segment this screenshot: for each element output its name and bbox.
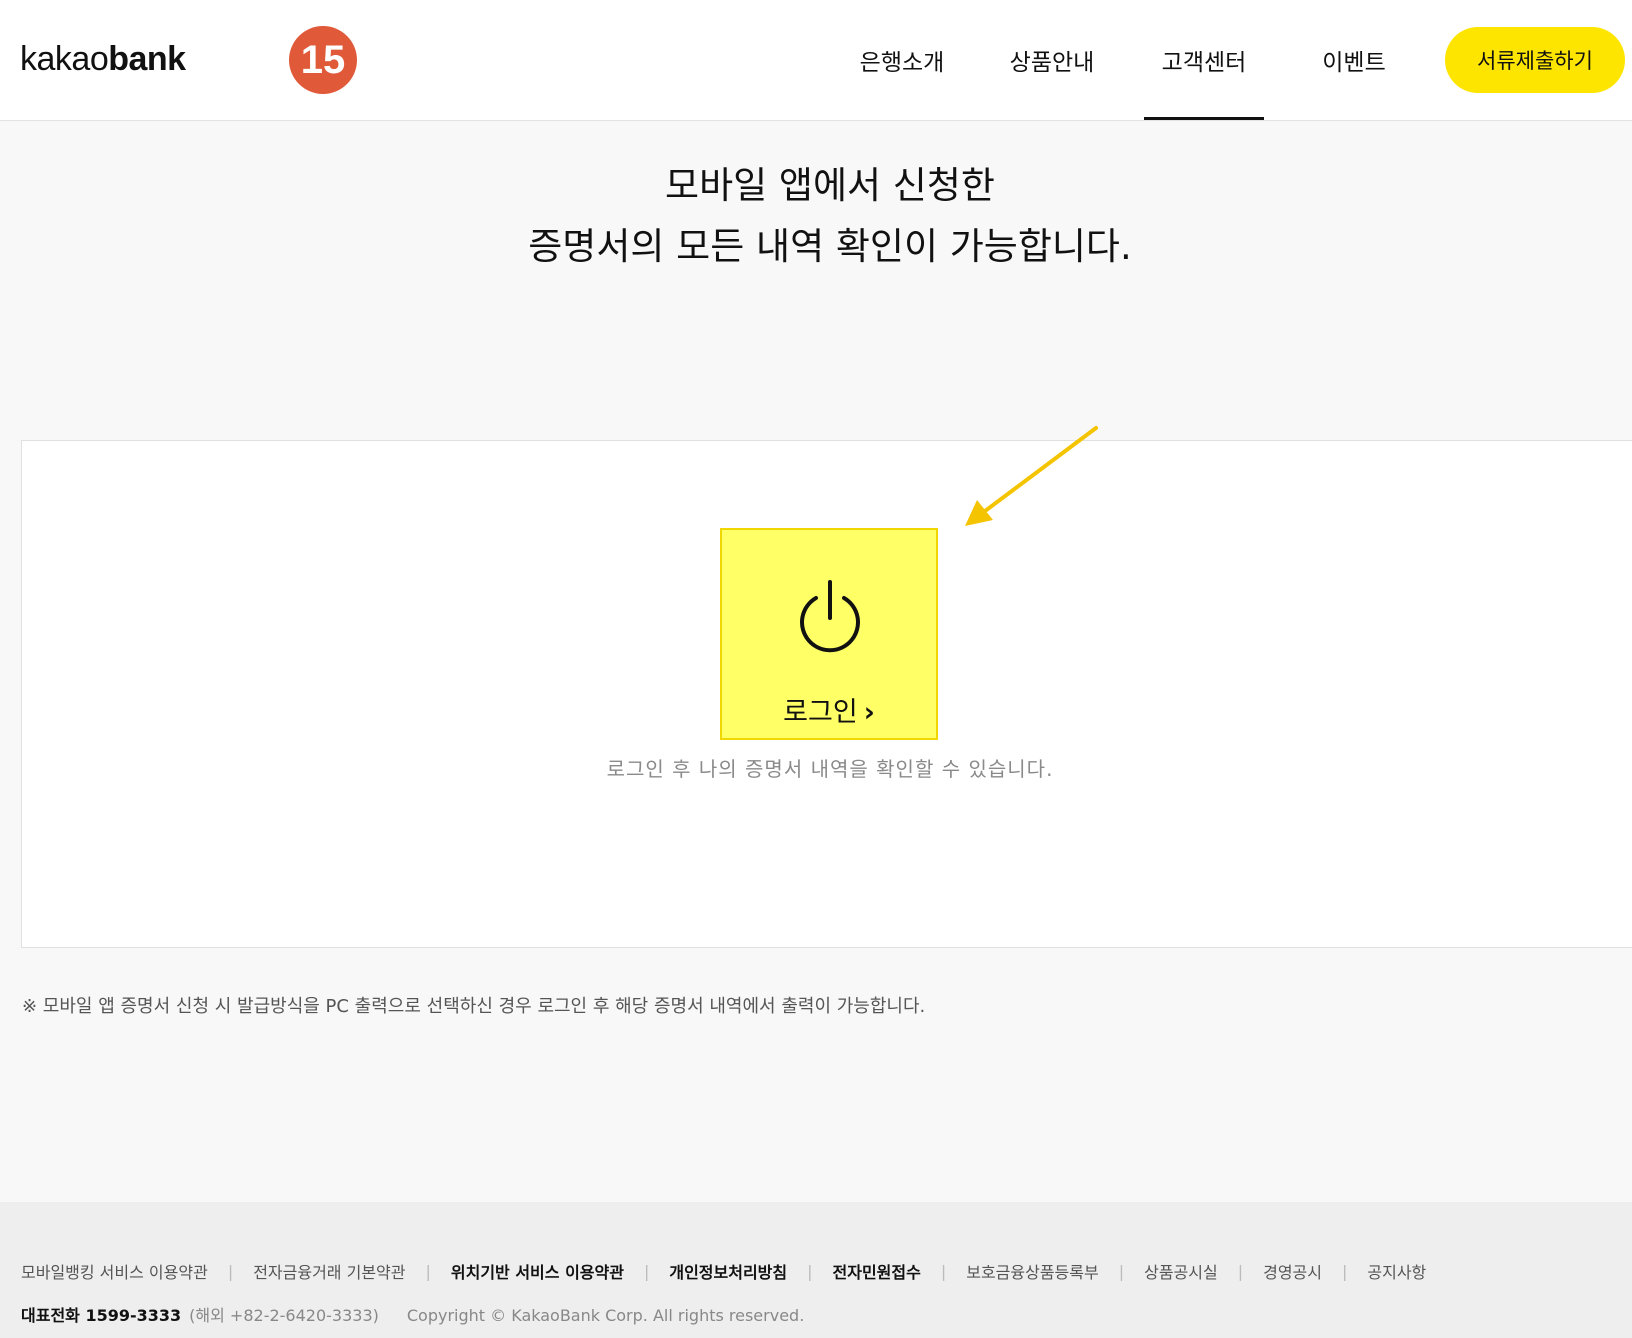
nav-item-products[interactable]: 상품안내 bbox=[990, 0, 1114, 120]
login-button[interactable]: 로그인 › bbox=[720, 528, 938, 740]
footer-separator: | bbox=[1237, 1261, 1244, 1281]
logo-text-light: kakao bbox=[20, 40, 109, 78]
footer-overseas-phone: (해외 +82-2-6420-3333) bbox=[189, 1306, 379, 1325]
footer-separator: | bbox=[940, 1261, 947, 1281]
nav-item-events[interactable]: 이벤트 bbox=[1294, 0, 1414, 120]
chevron-right-icon: › bbox=[863, 697, 875, 728]
footer-link-e-complaint[interactable]: 전자민원접수 bbox=[833, 1259, 921, 1283]
footer-link-mobile-banking-terms[interactable]: 모바일뱅킹 서비스 이용약관 bbox=[21, 1259, 208, 1283]
header: kakaobank 15 은행소개 상품안내 고객센터 이벤트 서류제출하기 bbox=[0, 0, 1632, 121]
footer-link-location-terms[interactable]: 위치기반 서비스 이용약관 bbox=[451, 1259, 624, 1283]
footer-separator: | bbox=[643, 1261, 650, 1281]
footer-phone: 대표전화 1599-3333 bbox=[21, 1306, 182, 1325]
headline-line-1: 모바일 앱에서 신청한 bbox=[665, 164, 995, 207]
footer-links: 모바일뱅킹 서비스 이용약관 | 전자금융거래 기본약관 | 위치기반 서비스 … bbox=[21, 1259, 1426, 1283]
footer-contact: 대표전화 1599-3333 (해외 +82-2-6420-3333) Copy… bbox=[21, 1302, 804, 1326]
footer-separator: | bbox=[1118, 1261, 1125, 1281]
kakaobank-logo[interactable]: kakaobank bbox=[20, 40, 186, 79]
footer-separator: | bbox=[425, 1261, 431, 1281]
power-icon bbox=[800, 580, 860, 653]
login-label-wrap: 로그인 › bbox=[722, 690, 936, 729]
footer-link-privacy-policy[interactable]: 개인정보처리방침 bbox=[669, 1259, 787, 1283]
footer-copyright: Copyright © KakaoBank Corp. All rights r… bbox=[406, 1306, 805, 1325]
nav-item-customer-center[interactable]: 고객센터 bbox=[1144, 0, 1264, 120]
logo-text-bold: bank bbox=[108, 40, 186, 78]
page-headline: 모바일 앱에서 신청한 증명서의 모든 내역 확인이 가능합니다. bbox=[0, 155, 1632, 277]
headline-line-2: 증명서의 모든 내역 확인이 가능합니다. bbox=[528, 225, 1132, 268]
footer-link-e-finance-terms[interactable]: 전자금융거래 기본약관 bbox=[253, 1259, 405, 1283]
login-label: 로그인 bbox=[783, 697, 858, 728]
footer-link-protected-products[interactable]: 보호금융상품등록부 bbox=[966, 1259, 1098, 1283]
footer-link-management-disclosure[interactable]: 경영공시 bbox=[1263, 1259, 1322, 1283]
arrow-icon bbox=[965, 426, 1098, 526]
step-badge: 15 bbox=[289, 26, 357, 94]
footer-link-product-disclosure[interactable]: 상품공시실 bbox=[1144, 1259, 1218, 1283]
footer-link-notices[interactable]: 공지사항 bbox=[1367, 1259, 1426, 1283]
footer-separator: | bbox=[1341, 1261, 1348, 1281]
footer-separator: | bbox=[227, 1261, 234, 1281]
nav-item-bank-intro[interactable]: 은행소개 bbox=[840, 0, 964, 120]
footer-separator: | bbox=[807, 1261, 813, 1281]
login-hint: 로그인 후 나의 증명서 내역을 확인할 수 있습니다. bbox=[606, 757, 1054, 781]
submit-documents-button[interactable]: 서류제출하기 bbox=[1445, 27, 1625, 93]
pc-print-notice: ※ 모바일 앱 증명서 신청 시 발급방식을 PC 출력으로 선택하신 경우 로… bbox=[22, 996, 926, 1017]
